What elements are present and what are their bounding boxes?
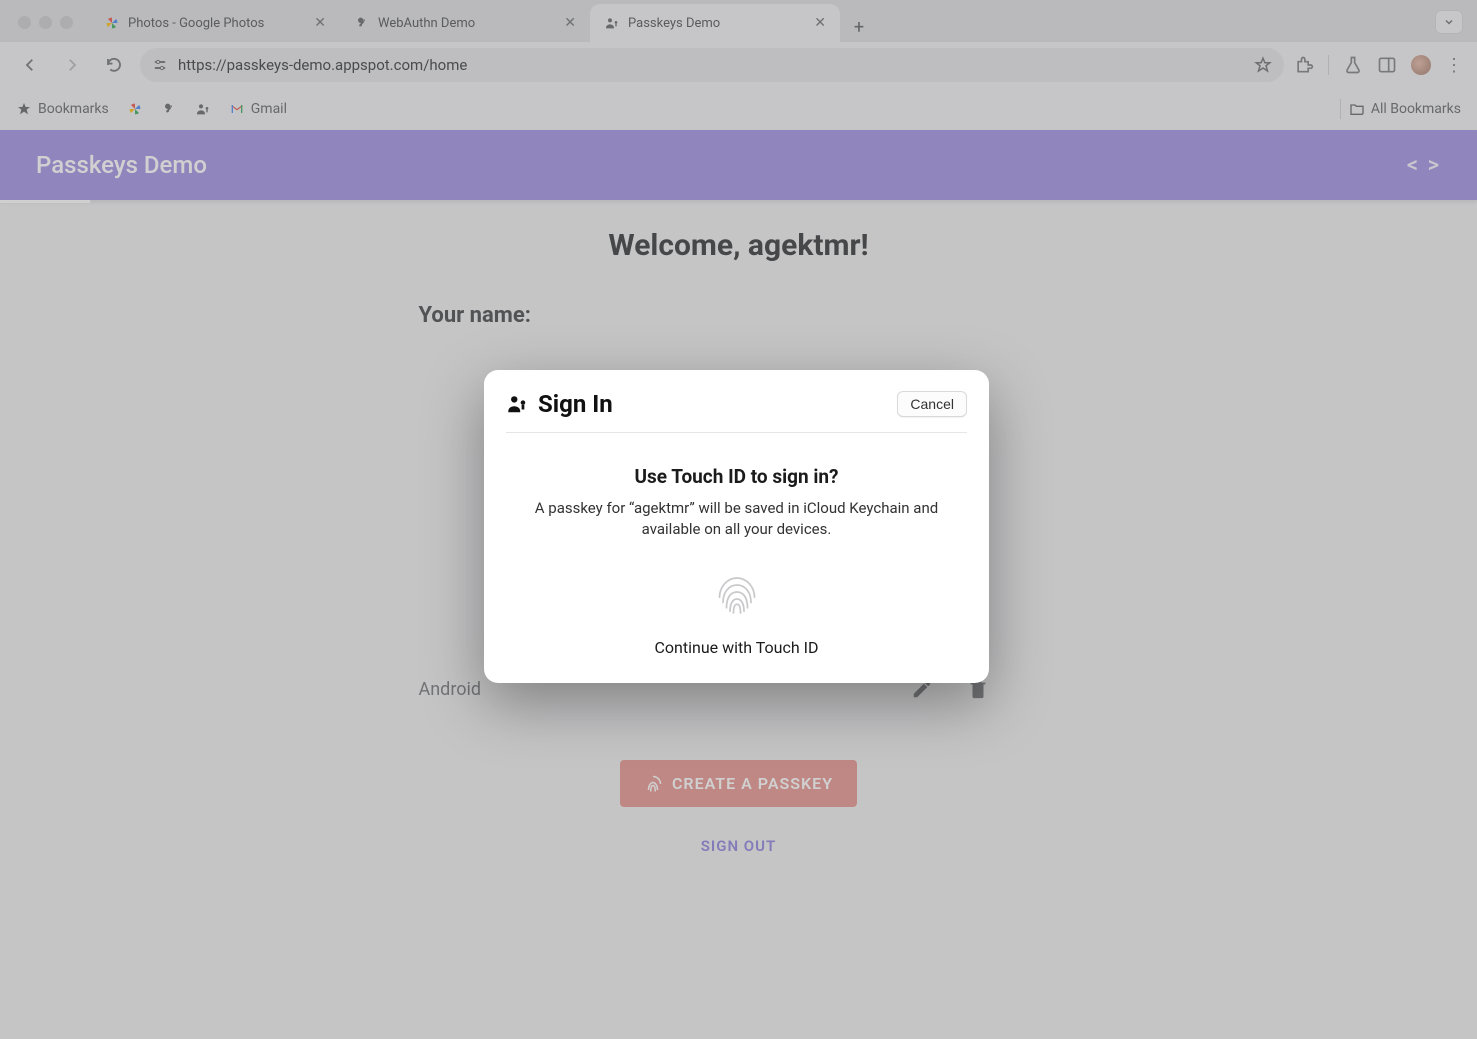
continue-touchid-label: Continue with Touch ID: [506, 638, 967, 657]
separator: [1340, 99, 1341, 119]
fingerprint-icon[interactable]: [709, 564, 765, 620]
modal-title: Sign In: [538, 390, 613, 418]
credential-name: Android: [419, 679, 482, 700]
toolbar-icons: ⋮: [1294, 55, 1463, 76]
modal-description: A passkey for “agektmr” will be saved in…: [527, 498, 947, 540]
bookmark-person-key[interactable]: [195, 101, 211, 117]
minimize-window-icon[interactable]: [39, 16, 52, 29]
tab-indicator: [0, 200, 90, 203]
welcome-heading: Welcome, agektmr!: [329, 228, 1149, 263]
signout-button[interactable]: SIGN OUT: [329, 837, 1149, 855]
modal-body: Use Touch ID to sign in? A passkey for “…: [506, 433, 967, 657]
all-bookmarks-label: All Bookmarks: [1371, 101, 1461, 117]
app-title: Passkeys Demo: [36, 151, 207, 179]
close-icon[interactable]: ✕: [314, 15, 326, 31]
separator: [1328, 55, 1329, 75]
cancel-button[interactable]: Cancel: [897, 391, 967, 417]
extensions-icon[interactable]: [1294, 55, 1314, 75]
new-tab-button[interactable]: +: [844, 12, 874, 42]
person-key-icon: [604, 15, 620, 31]
tab-photos[interactable]: Photos - Google Photos ✕: [90, 4, 340, 42]
close-window-icon[interactable]: [18, 16, 31, 29]
bookmarks-menu[interactable]: Bookmarks: [16, 101, 109, 117]
forward-button[interactable]: [56, 49, 88, 81]
bookmarks-bar: Bookmarks Gmail All Bookmarks: [0, 88, 1477, 130]
all-bookmarks-button[interactable]: All Bookmarks: [1349, 101, 1461, 117]
side-panel-icon[interactable]: [1377, 55, 1397, 75]
tab-title: WebAuthn Demo: [378, 16, 475, 31]
close-icon[interactable]: ✕: [814, 15, 826, 31]
tab-list-dropdown[interactable]: [1435, 10, 1463, 34]
tab-title: Photos - Google Photos: [128, 16, 264, 31]
your-name-label: Your name:: [329, 303, 1149, 328]
key-icon: [354, 15, 370, 31]
labs-icon[interactable]: [1343, 55, 1363, 75]
bookmark-star-icon[interactable]: [1254, 56, 1272, 74]
address-bar[interactable]: https://passkeys-demo.appspot.com/home: [140, 48, 1284, 82]
site-settings-icon[interactable]: [152, 57, 168, 73]
create-passkey-label: CREATE A PASSKEY: [672, 774, 833, 793]
app-header: Passkeys Demo < >: [0, 130, 1477, 200]
profile-avatar-icon[interactable]: [1411, 55, 1431, 75]
reload-button[interactable]: [98, 49, 130, 81]
tab-passkeys[interactable]: Passkeys Demo ✕: [590, 4, 840, 42]
close-icon[interactable]: ✕: [564, 15, 576, 31]
tab-webauthn[interactable]: WebAuthn Demo ✕: [340, 4, 590, 42]
window-traffic-lights[interactable]: [18, 16, 73, 29]
menu-icon[interactable]: ⋮: [1445, 55, 1463, 76]
bookmarks-label: Bookmarks: [38, 101, 109, 117]
bookmark-gmail-label: Gmail: [251, 101, 287, 117]
bookmark-gmail[interactable]: Gmail: [229, 101, 287, 117]
back-button[interactable]: [14, 49, 46, 81]
maximize-window-icon[interactable]: [60, 16, 73, 29]
address-row: https://passkeys-demo.appspot.com/home ⋮: [0, 42, 1477, 88]
bookmark-google-photos[interactable]: [127, 101, 143, 117]
url-text: https://passkeys-demo.appspot.com/home: [178, 56, 1244, 74]
cancel-label: Cancel: [910, 396, 954, 412]
tab-strip: Photos - Google Photos ✕ WebAuthn Demo ✕…: [0, 0, 1477, 42]
bookmark-key[interactable]: [161, 101, 177, 117]
google-photos-icon: [104, 15, 120, 31]
signout-label: SIGN OUT: [701, 837, 776, 855]
signin-modal: Sign In Cancel Use Touch ID to sign in? …: [484, 370, 989, 683]
fingerprint-icon: [644, 775, 662, 793]
person-key-icon: [506, 393, 528, 415]
modal-heading: Use Touch ID to sign in?: [506, 465, 967, 488]
create-passkey-button[interactable]: CREATE A PASSKEY: [620, 760, 857, 807]
code-icon[interactable]: < >: [1407, 153, 1441, 178]
modal-header: Sign In Cancel: [506, 390, 967, 433]
tab-title: Passkeys Demo: [628, 16, 720, 31]
browser-chrome: Photos - Google Photos ✕ WebAuthn Demo ✕…: [0, 0, 1477, 130]
